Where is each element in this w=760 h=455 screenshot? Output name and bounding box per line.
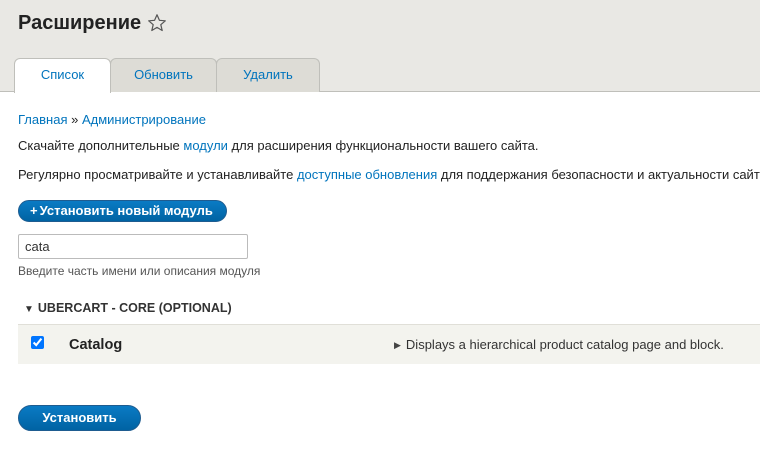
filter-hint: Введите часть имени или описания модуля — [18, 264, 261, 278]
module-checkbox-catalog[interactable] — [31, 336, 44, 349]
plus-icon: + — [30, 203, 38, 218]
breadcrumb-separator: » — [71, 112, 79, 127]
description-download-text: Скачайте дополнительные — [18, 138, 184, 153]
modules-link[interactable]: модули — [183, 138, 228, 153]
page-header: Расширение Список Обновить Удалить — [0, 0, 760, 93]
description-download: Скачайте дополнительные модули для расши… — [18, 138, 539, 154]
module-row: Catalog ▶ Displays a hierarchical product… — [18, 324, 760, 364]
module-description: Displays a hierarchical product catalog … — [405, 337, 724, 352]
description-updates-text: Регулярно просматривайте и устанавливайт… — [18, 167, 297, 182]
page-title: Расширение — [18, 10, 167, 36]
breadcrumb-home[interactable]: Главная — [18, 112, 67, 127]
tab-list[interactable]: Список — [14, 58, 111, 93]
install-new-module-label: Установить новый модуль — [39, 203, 213, 218]
package-group-toggle[interactable]: ▼ UBERCART - CORE (OPTIONAL) — [24, 300, 232, 318]
install-new-module-button[interactable]: + Установить новый модуль — [18, 200, 227, 222]
breadcrumb: Главная » Администрирование — [18, 112, 206, 128]
module-description-toggle[interactable]: ▶ Displays a hierarchical product catalog… — [394, 337, 724, 353]
triangle-right-icon: ▶ — [394, 340, 401, 350]
breadcrumb-admin[interactable]: Администрирование — [82, 112, 206, 127]
package-group-title: UBERCART - CORE (OPTIONAL) — [37, 301, 232, 315]
module-filter-input[interactable] — [18, 234, 248, 259]
available-updates-link[interactable]: доступные обновления — [297, 167, 437, 182]
install-button[interactable]: Установить — [18, 405, 141, 431]
star-icon[interactable] — [147, 13, 167, 33]
tab-update[interactable]: Обновить — [110, 58, 217, 92]
description-download-text-end: для расширения функциональности вашего с… — [227, 138, 539, 153]
description-updates: Регулярно просматривайте и устанавливайт… — [18, 167, 760, 183]
primary-tabs: Список Обновить Удалить — [14, 58, 320, 93]
triangle-down-icon: ▼ — [24, 304, 34, 315]
description-updates-text-end: для поддержания безопасности и актуально… — [437, 167, 760, 182]
page-title-text: Расширение — [18, 12, 142, 34]
tab-uninstall[interactable]: Удалить — [216, 58, 320, 92]
module-name: Catalog — [69, 337, 123, 353]
